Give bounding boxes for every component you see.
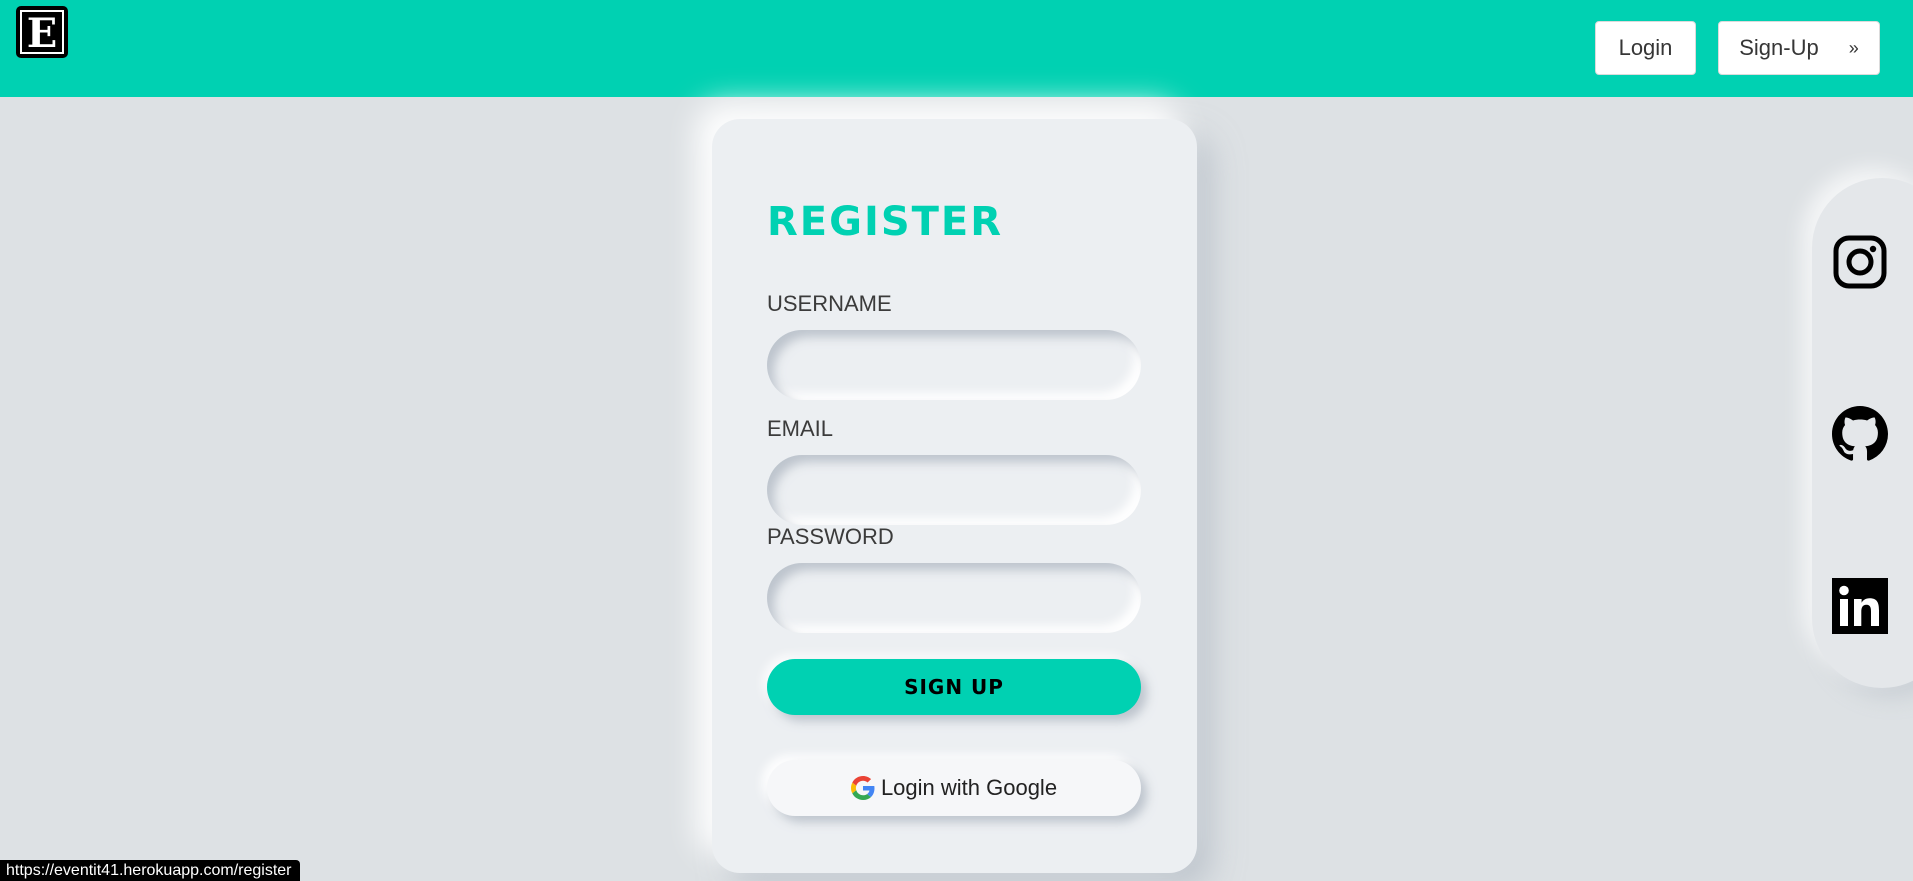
signup-button[interactable]: SIGN UP [767, 659, 1141, 715]
email-field[interactable] [767, 455, 1141, 525]
github-icon[interactable] [1832, 406, 1888, 462]
register-card: REGISTER USERNAME EMAIL PASSWORD SIGN UP… [712, 119, 1197, 873]
linkedin-icon[interactable] [1832, 578, 1888, 634]
password-field[interactable] [767, 563, 1141, 633]
chevron-right-icon: » [1848, 37, 1859, 58]
google-icon [850, 776, 875, 800]
google-login-button[interactable]: Login with Google [767, 760, 1141, 816]
navbar: E Login Sign-Up » [0, 0, 1913, 97]
email-label: EMAIL [767, 416, 834, 441]
username-field[interactable] [767, 330, 1141, 400]
status-bar-url: https://eventit41.herokuapp.com/register [0, 860, 300, 881]
signup-nav-label: Sign-Up [1739, 35, 1819, 60]
password-label: PASSWORD [767, 524, 894, 549]
logo[interactable]: E [16, 6, 68, 58]
signup-nav-button[interactable]: Sign-Up » [1718, 21, 1880, 75]
login-button[interactable]: Login [1595, 21, 1696, 75]
login-button-label: Login [1618, 35, 1673, 60]
instagram-icon[interactable] [1832, 234, 1888, 290]
register-title: REGISTER [767, 199, 1004, 245]
google-login-label: Login with Google [880, 775, 1058, 800]
logo-letter: E [18, 8, 66, 56]
username-label: USERNAME [767, 291, 892, 316]
